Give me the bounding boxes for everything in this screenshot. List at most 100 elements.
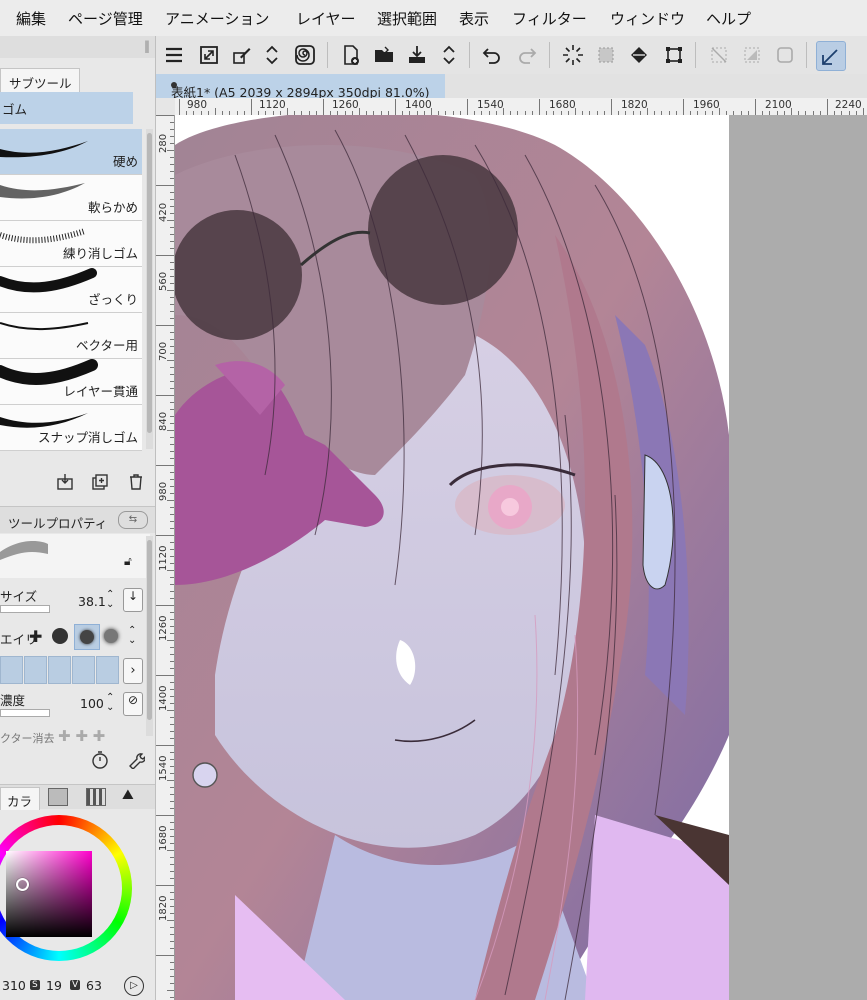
ruler-tick — [170, 136, 174, 137]
trash-icon[interactable] — [126, 472, 146, 492]
menu-window[interactable]: ウィンドウ — [610, 8, 685, 29]
play-icon[interactable]: ▷ — [124, 976, 144, 996]
menu-layer[interactable]: レイヤー — [296, 8, 356, 29]
ruler-tick — [170, 759, 174, 760]
export-icon[interactable] — [403, 41, 431, 69]
stepper-icon[interactable]: ⌃ ⌄ — [128, 626, 136, 646]
ruler-tick — [170, 948, 174, 949]
new-page-icon[interactable] — [337, 41, 365, 69]
menu-bar: 編集 ページ管理 アニメーション レイヤー 選択範囲 表示 フィルター ウィンド… — [0, 0, 867, 37]
menu-animation[interactable]: アニメーション — [165, 8, 269, 29]
ruler-tick — [156, 745, 174, 746]
stepper-icon[interactable]: ⌃ ⌄ — [106, 590, 114, 610]
brush-item[interactable]: ざっくり — [0, 267, 142, 313]
tip-swatch[interactable] — [0, 656, 23, 684]
undo-icon[interactable] — [478, 41, 506, 69]
density-value[interactable]: 100 — [80, 696, 104, 711]
antialias-weak-icon[interactable] — [52, 628, 68, 644]
color-panel-tabs: カラ ⛰︎ — [0, 784, 155, 810]
brush-item[interactable]: ベクター用 — [0, 313, 142, 359]
brush-item[interactable]: レイヤー貫通 — [0, 359, 142, 405]
tip-swatch[interactable] — [48, 656, 71, 684]
menu-page-management[interactable]: ページ管理 — [68, 8, 143, 29]
resize-icon[interactable] — [195, 41, 223, 69]
spiral-icon[interactable] — [291, 41, 319, 69]
menu-selection[interactable]: 選択範囲 — [377, 8, 437, 29]
link-icon[interactable]: ⇆ — [118, 511, 148, 529]
up-down-icon[interactable] — [258, 41, 286, 69]
menu-icon[interactable] — [160, 41, 188, 69]
selection-icon[interactable] — [592, 41, 620, 69]
open-folder-icon[interactable] — [370, 41, 398, 69]
antialias-none-icon[interactable]: ✚ — [29, 627, 42, 646]
approx-color-icon[interactable]: ⛰︎ — [122, 787, 134, 803]
ruler-tick — [170, 808, 174, 809]
brush-item[interactable]: スナップ消しゴム — [0, 405, 142, 451]
menu-edit[interactable]: 編集 — [16, 8, 46, 29]
up-down-icon[interactable] — [435, 41, 463, 69]
stepper-icon[interactable]: ⌃ ⌄ — [106, 693, 114, 713]
brush-tip-row: › — [0, 656, 145, 684]
vector-pen-icon[interactable] — [816, 41, 846, 71]
ruler-tick — [167, 290, 174, 291]
ruler-tick — [170, 661, 174, 662]
ruler-tick — [170, 192, 174, 193]
duplicate-icon[interactable] — [90, 472, 110, 492]
brush-size-slider[interactable] — [0, 605, 50, 613]
tip-swatch[interactable] — [24, 656, 47, 684]
document-tab[interactable]: 表紙1* (A5 2039 x 2894px 350dpi 81.0%) — [155, 74, 446, 100]
brush-item[interactable]: 練り消しゴム — [0, 221, 142, 267]
vector-erase-options[interactable]: ✚ ✚ ✚ — [58, 727, 105, 745]
ruler-tick — [647, 108, 648, 115]
density-slider[interactable] — [0, 709, 50, 717]
brush-size-value[interactable]: 38.1 — [78, 594, 106, 609]
timer-icon[interactable] — [90, 750, 110, 770]
brush-list-scrollbar[interactable] — [146, 129, 153, 449]
color-picker-handle[interactable] — [16, 878, 29, 891]
transform-icon[interactable] — [660, 41, 688, 69]
ruler-tick — [170, 577, 174, 578]
panel-header: ‖ — [0, 36, 155, 58]
grip-icon[interactable]: ‖ — [144, 39, 150, 53]
brush-item[interactable]: 軟らかめ — [0, 175, 142, 221]
canvas-area[interactable] — [175, 115, 867, 1000]
invert-selection-icon[interactable] — [738, 41, 766, 69]
ruler-tick — [170, 283, 174, 284]
antialias-strong-icon[interactable] — [104, 629, 118, 643]
brush-item[interactable]: 硬め — [0, 129, 142, 175]
ruler-label: 1120 — [259, 99, 286, 111]
no-pressure-icon[interactable]: ⊘ — [123, 692, 143, 716]
illustration-canvas[interactable] — [175, 115, 729, 1000]
deselect-icon[interactable] — [705, 41, 733, 69]
property-scrollbar[interactable] — [146, 536, 153, 736]
tab-color[interactable]: カラ — [0, 787, 40, 810]
tip-swatch[interactable] — [72, 656, 95, 684]
lock-icon[interactable]: 🔓︎ — [124, 554, 132, 569]
menu-filter[interactable]: フィルター — [512, 8, 587, 29]
color-set-icon[interactable] — [48, 788, 68, 806]
ruler-tick — [170, 409, 174, 410]
import-icon[interactable] — [55, 472, 75, 492]
fill-icon[interactable] — [626, 41, 654, 69]
tab-subtool[interactable]: サブツール — [0, 68, 80, 93]
pressure-icon[interactable]: ↓ — [123, 588, 143, 612]
redo-icon[interactable] — [513, 41, 541, 69]
ruler-label: 980 — [187, 99, 208, 111]
brush-preview: 🔓︎ — [0, 534, 150, 578]
tip-swatch[interactable] — [96, 656, 119, 684]
ruler-tick — [170, 633, 174, 634]
chevron-right-icon[interactable]: › — [123, 658, 143, 684]
saturation-value-square[interactable] — [6, 851, 92, 937]
burst-icon[interactable] — [559, 41, 587, 69]
ruler-tick — [170, 703, 174, 704]
tab-tool-property[interactable]: ツールプロパティ — [8, 513, 107, 532]
saturation-badge: S — [30, 980, 40, 990]
wrench-icon[interactable] — [126, 750, 146, 770]
menu-view[interactable]: 表示 — [459, 8, 489, 29]
brush-settings-icon[interactable] — [228, 41, 256, 69]
intermediate-color-icon[interactable] — [86, 788, 106, 806]
crop-icon[interactable] — [771, 41, 799, 69]
ruler-tick — [170, 626, 174, 627]
menu-help[interactable]: ヘルプ — [706, 8, 751, 29]
ruler-tick — [167, 500, 174, 501]
